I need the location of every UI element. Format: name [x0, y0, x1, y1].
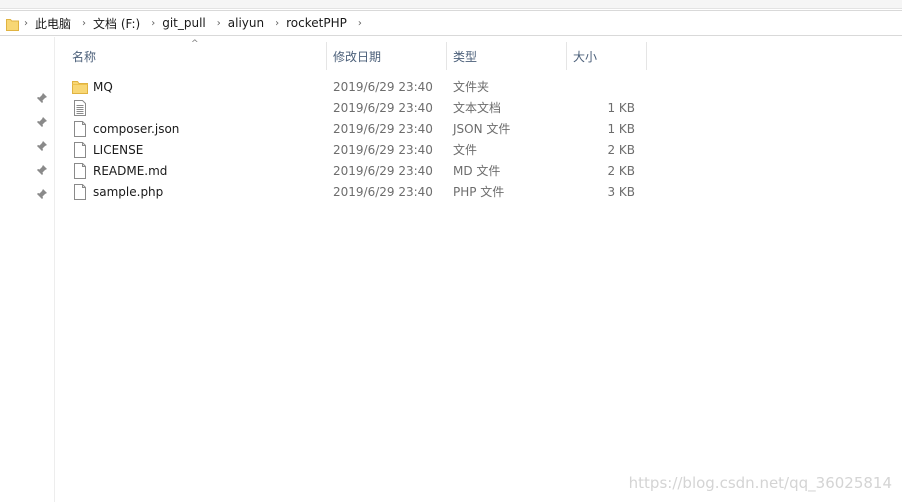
file-date: 2019/6/29 23:40 — [333, 163, 433, 178]
breadcrumb-drive-f[interactable]: 文档 (F:) — [91, 15, 146, 32]
file-name-cell: MQ — [66, 79, 327, 95]
file-name-cell: sample.php — [66, 183, 327, 200]
file-size: 2 KB — [607, 163, 635, 178]
column-header-size[interactable]: 大小 — [567, 42, 647, 70]
file-name-cell: README.md — [66, 162, 327, 179]
chevron-right-icon[interactable]: › — [270, 18, 284, 29]
pin-icon[interactable] — [36, 89, 48, 103]
file-name-cell: LICENSE — [66, 141, 327, 158]
file-type: 文本文档 — [453, 101, 502, 115]
file-type: PHP 文件 — [453, 185, 505, 199]
column-header-name-label: 名称 — [72, 50, 97, 64]
file-name: MQ — [93, 79, 113, 94]
file-list: MQ 2019/6/29 23:40 文件夹 2019/6/29 23:40 文… — [66, 76, 641, 202]
column-header-type-label: 类型 — [453, 50, 478, 64]
pin-icon[interactable] — [36, 161, 48, 175]
file-size: 2 KB — [607, 142, 635, 157]
column-header-date[interactable]: 修改日期 — [327, 42, 447, 70]
sort-ascending-icon: ^ — [191, 39, 199, 49]
folder-icon — [6, 17, 19, 31]
folder-icon — [72, 79, 88, 95]
file-name: composer.json — [93, 121, 180, 136]
file-type: 文件夹 — [453, 80, 490, 94]
column-header-row: ^ 名称 修改日期 类型 大小 — [66, 39, 647, 70]
file-row-mq[interactable]: MQ 2019/6/29 23:40 文件夹 — [66, 76, 641, 97]
file-row-composer-json[interactable]: composer.json 2019/6/29 23:40 JSON 文件 1 … — [66, 118, 641, 139]
file-icon — [72, 162, 88, 179]
file-type: JSON 文件 — [453, 122, 511, 136]
file-date: 2019/6/29 23:40 — [333, 100, 433, 115]
file-icon — [72, 183, 88, 200]
file-date: 2019/6/29 23:40 — [333, 121, 433, 136]
file-row-text-document[interactable]: 2019/6/29 23:40 文本文档 1 KB — [66, 97, 641, 118]
chevron-right-icon[interactable]: › — [212, 18, 226, 29]
pin-icon[interactable] — [36, 137, 48, 151]
file-name-cell: composer.json — [66, 120, 327, 137]
ribbon-edge — [0, 0, 902, 9]
file-type: MD 文件 — [453, 164, 501, 178]
file-explorer-window: › 此电脑 › 文档 (F:) › git_pull › aliyun › ro… — [0, 0, 902, 502]
file-row-license[interactable]: LICENSE 2019/6/29 23:40 文件 2 KB — [66, 139, 641, 160]
breadcrumb-rocketphp[interactable]: rocketPHP — [284, 16, 353, 30]
watermark-text: https://blog.csdn.net/qq_36025814 — [628, 474, 892, 492]
file-size: 1 KB — [607, 121, 635, 136]
column-header-name[interactable]: ^ 名称 — [66, 39, 327, 70]
file-size: 1 KB — [607, 100, 635, 115]
column-header-type[interactable]: 类型 — [447, 42, 567, 70]
file-date: 2019/6/29 23:40 — [333, 79, 433, 94]
pane-divider[interactable] — [54, 37, 55, 502]
pin-icon[interactable] — [36, 185, 48, 199]
text-document-icon — [72, 99, 88, 116]
breadcrumb-this-pc[interactable]: 此电脑 — [33, 15, 77, 32]
file-type: 文件 — [453, 143, 478, 157]
breadcrumb-git-pull[interactable]: git_pull — [160, 16, 212, 30]
file-date: 2019/6/29 23:40 — [333, 184, 433, 199]
file-size: 3 KB — [607, 184, 635, 199]
file-name: sample.php — [93, 184, 164, 199]
chevron-right-icon[interactable]: › — [353, 18, 367, 29]
file-date: 2019/6/29 23:40 — [333, 142, 433, 157]
chevron-right-icon[interactable]: › — [146, 18, 160, 29]
column-header-date-label: 修改日期 — [333, 50, 382, 64]
address-bar[interactable]: › 此电脑 › 文档 (F:) › git_pull › aliyun › ro… — [0, 10, 902, 36]
chevron-right-icon[interactable]: › — [77, 18, 91, 29]
file-row-sample-php[interactable]: sample.php 2019/6/29 23:40 PHP 文件 3 KB — [66, 181, 641, 202]
file-name-cell — [66, 99, 327, 116]
file-icon — [72, 141, 88, 158]
chevron-right-icon[interactable]: › — [19, 18, 33, 29]
file-name: LICENSE — [93, 142, 144, 157]
column-header-size-label: 大小 — [573, 50, 598, 64]
breadcrumb-aliyun[interactable]: aliyun — [226, 16, 270, 30]
file-icon — [72, 120, 88, 137]
pin-icon[interactable] — [36, 113, 48, 127]
file-row-readme-md[interactable]: README.md 2019/6/29 23:40 MD 文件 2 KB — [66, 160, 641, 181]
file-name: README.md — [93, 163, 168, 178]
